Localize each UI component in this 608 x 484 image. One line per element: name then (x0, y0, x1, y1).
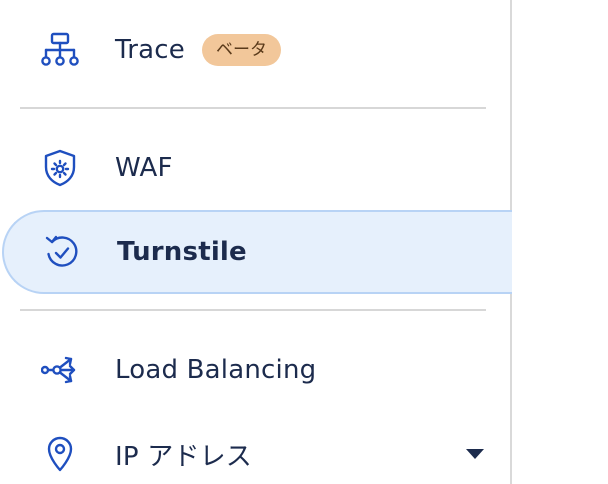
divider (20, 309, 486, 311)
shield-gear-icon (38, 146, 82, 190)
load-balancer-icon (38, 348, 82, 392)
sidebar-item-waf[interactable]: WAF (0, 138, 512, 198)
sidebar-item-label: Load Balancing (115, 355, 317, 385)
sidebar-item-turnstile[interactable]: Turnstile (2, 210, 512, 294)
refresh-check-icon (40, 230, 84, 274)
sidebar-item-label: WAF (115, 153, 173, 183)
sidebar-item-label: Turnstile (117, 237, 247, 267)
chevron-down-icon[interactable] (466, 449, 484, 459)
sidebar-item-label: IP アドレス (115, 441, 253, 472)
beta-badge: ベータ (202, 34, 281, 66)
sidebar-item-trace[interactable]: Trace ベータ (0, 20, 512, 80)
map-pin-icon (38, 432, 82, 476)
sidebar-item-label: Trace (115, 35, 185, 65)
sidebar-nav: Trace ベータ WAF Turnstile Load Balancing I… (0, 0, 512, 484)
sidebar-item-ip-addresses[interactable]: IP アドレス (0, 424, 512, 484)
divider (20, 107, 486, 109)
sitemap-icon (38, 28, 82, 72)
sidebar-item-load-balancing[interactable]: Load Balancing (0, 340, 512, 400)
